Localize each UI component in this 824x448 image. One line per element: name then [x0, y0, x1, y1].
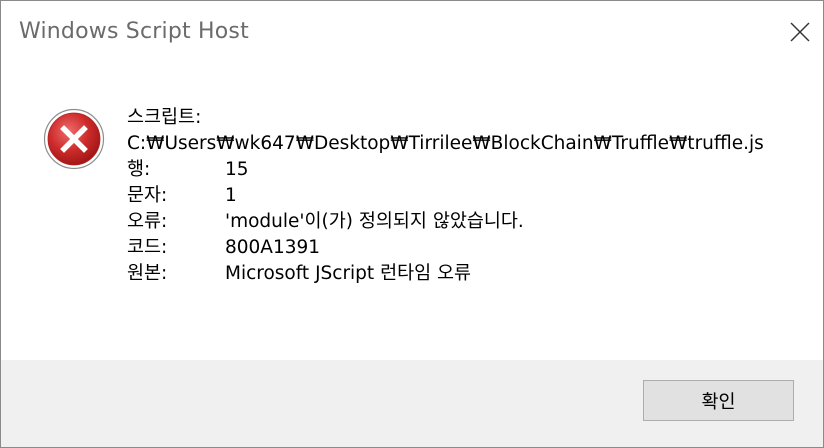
close-icon	[790, 22, 810, 42]
detail-row-code: 코드: 800A1391	[127, 235, 787, 261]
detail-value: 15	[225, 159, 249, 180]
detail-value: 1	[225, 185, 237, 206]
detail-row-source: 원본: Microsoft JScript 런타임 오류	[127, 261, 787, 287]
detail-label: 문자:	[127, 185, 168, 206]
ok-button[interactable]: 확인	[643, 380, 794, 421]
detail-row-line: 행: 15	[127, 157, 787, 183]
title-bar[interactable]: Windows Script Host	[1, 1, 823, 63]
dialog-content: 스크립트: C:₩Users₩wk647₩Desktop₩Tirrilee₩Bl…	[1, 63, 823, 360]
detail-row-error: 오류: 'module'이(가) 정의되지 않았습니다.	[127, 209, 787, 235]
error-message: 스크립트: C:₩Users₩wk647₩Desktop₩Tirrilee₩Bl…	[127, 105, 787, 287]
error-icon	[43, 108, 105, 170]
detail-value: 800A1391	[225, 237, 321, 258]
script-path: C:₩Users₩wk647₩Desktop₩Tirrilee₩BlockCha…	[127, 133, 764, 154]
detail-row-char: 문자: 1	[127, 183, 787, 209]
message-heading: 스크립트:	[127, 107, 202, 128]
dialog-footer: 확인	[1, 360, 823, 447]
detail-label: 원본:	[127, 263, 168, 284]
detail-label: 코드:	[127, 237, 168, 258]
close-button[interactable]	[777, 1, 823, 63]
detail-label: 행:	[127, 159, 151, 180]
window-title: Windows Script Host	[19, 19, 249, 44]
detail-label: 오류:	[127, 211, 168, 232]
dialog-window: Windows Script Host 스크립트: C:₩Users₩wk647…	[0, 0, 824, 448]
detail-value: Microsoft JScript 런타임 오류	[225, 263, 472, 284]
detail-value: 'module'이(가) 정의되지 않았습니다.	[225, 211, 524, 232]
